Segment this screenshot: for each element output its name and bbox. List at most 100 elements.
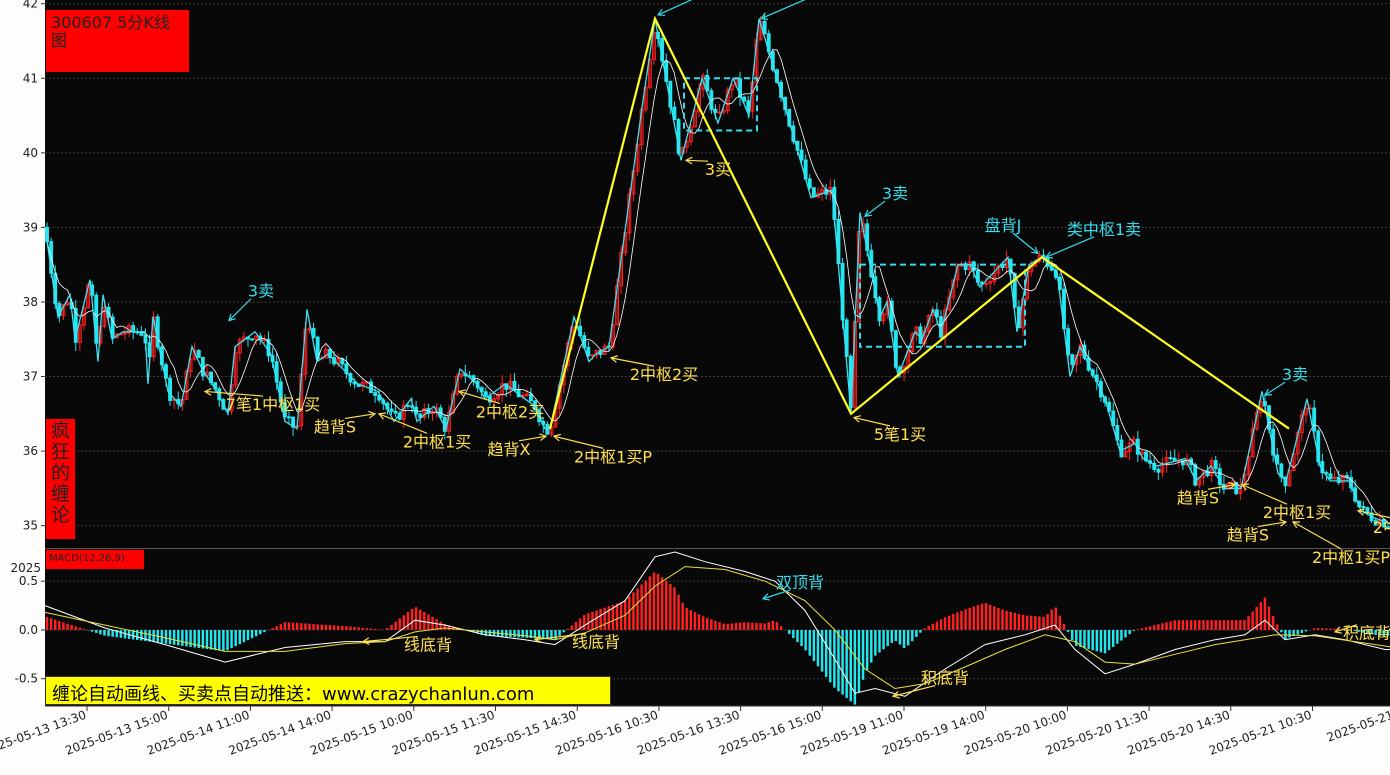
macd-bar xyxy=(952,614,955,630)
macd-bar xyxy=(619,602,623,630)
macd-bar xyxy=(107,629,110,637)
macd-bar xyxy=(181,629,184,646)
macd-bar xyxy=(775,622,779,630)
macd-bar xyxy=(829,629,832,683)
candle-body xyxy=(373,392,378,396)
macd-bar xyxy=(1312,628,1316,630)
macd-bar xyxy=(521,629,524,638)
macd-bar xyxy=(1017,613,1021,630)
macd-bar xyxy=(714,620,717,630)
macd-bar xyxy=(927,626,930,630)
price-tick-label: 41 xyxy=(23,71,38,85)
macd-bar xyxy=(99,629,102,635)
macd-bar xyxy=(923,628,926,630)
side-label-char: 疯 xyxy=(50,420,70,442)
annotation-label: 2中枢1买P xyxy=(574,447,652,466)
macd-bar xyxy=(812,629,816,661)
candle-body xyxy=(123,332,127,335)
macd-bar xyxy=(349,626,352,630)
macd-bar xyxy=(939,619,943,630)
macd-bar xyxy=(328,625,332,630)
candle-body xyxy=(717,111,722,114)
macd-bar xyxy=(685,608,688,630)
macd-bar xyxy=(410,608,414,630)
macd-bar xyxy=(697,614,701,630)
candle-body xyxy=(1328,473,1333,480)
candle-body xyxy=(393,410,398,414)
macd-bar xyxy=(603,607,606,630)
macd-bar xyxy=(1025,615,1029,630)
macd-bar xyxy=(54,619,57,630)
price-tick-label: 42 xyxy=(23,0,38,11)
macd-bar xyxy=(66,623,69,630)
macd-bar xyxy=(906,629,910,646)
macd-bar xyxy=(800,629,803,647)
macd-bar xyxy=(1288,629,1291,638)
macd-bar xyxy=(242,629,246,643)
macd-bar xyxy=(1177,620,1181,630)
macd-bar xyxy=(1321,628,1324,630)
macd-bar xyxy=(738,622,742,630)
macd-bar xyxy=(759,623,762,630)
candle-body xyxy=(807,178,812,189)
macd-bar xyxy=(513,629,516,638)
macd-bar xyxy=(517,629,520,638)
macd-bar xyxy=(1021,614,1025,630)
macd-bar xyxy=(1329,628,1332,630)
macd-bar xyxy=(558,629,561,636)
macd-bar xyxy=(341,625,344,630)
macd-bar xyxy=(119,629,123,638)
side-label-char: 论 xyxy=(50,504,70,526)
macd-bar xyxy=(390,624,393,630)
candle-body xyxy=(131,325,136,333)
macd-bar xyxy=(636,588,639,630)
macd-bar xyxy=(964,609,967,630)
macd-bar xyxy=(1034,616,1037,630)
macd-bar xyxy=(218,629,221,651)
macd-bar xyxy=(332,625,336,630)
macd-bar xyxy=(915,629,918,637)
macd-bar xyxy=(980,603,984,630)
macd-bar xyxy=(1247,616,1250,630)
candle-body xyxy=(405,404,410,407)
macd-bar xyxy=(779,626,783,630)
macd-bar xyxy=(865,629,869,670)
annotation-label: 盘背J xyxy=(985,216,1022,235)
macd-bar xyxy=(710,619,713,630)
macd-bar xyxy=(58,620,61,630)
candle-body xyxy=(1070,354,1075,365)
candle-body xyxy=(1168,457,1173,460)
macd-tick-label: -0.5 xyxy=(15,672,38,686)
macd-bar xyxy=(222,629,225,652)
macd-bar xyxy=(562,629,565,633)
macd-bar xyxy=(1116,629,1119,644)
macd-bar xyxy=(90,629,94,632)
macd-bar xyxy=(1124,629,1127,638)
macd-bar xyxy=(111,629,114,637)
macd-bar xyxy=(373,628,377,630)
macd-bar xyxy=(209,629,213,650)
macd-bar xyxy=(730,623,734,630)
macd-bar xyxy=(570,625,574,630)
macd-bar xyxy=(1304,629,1308,632)
macd-bar xyxy=(1095,629,1099,652)
macd-bar xyxy=(45,616,49,630)
annotation-label: 积底背 xyxy=(921,669,969,688)
candle-body xyxy=(483,391,488,397)
macd-bar xyxy=(742,622,746,630)
macd-bar xyxy=(369,628,373,630)
annotation-label: 2中枢1买P xyxy=(1312,548,1390,567)
macd-bar xyxy=(308,623,311,630)
macd-bar xyxy=(418,609,422,630)
macd-bar xyxy=(353,626,356,630)
candle-body xyxy=(742,96,747,102)
price-tick-label: 37 xyxy=(23,370,38,384)
macd-bar xyxy=(1152,625,1156,630)
macd-bar xyxy=(689,610,693,630)
price-tick-label: 39 xyxy=(23,220,38,234)
macd-bar xyxy=(1198,620,1201,630)
macd-bar xyxy=(956,612,959,630)
macd-bar xyxy=(976,605,980,630)
candle-body xyxy=(1119,439,1124,458)
macd-bar xyxy=(1218,620,1222,630)
